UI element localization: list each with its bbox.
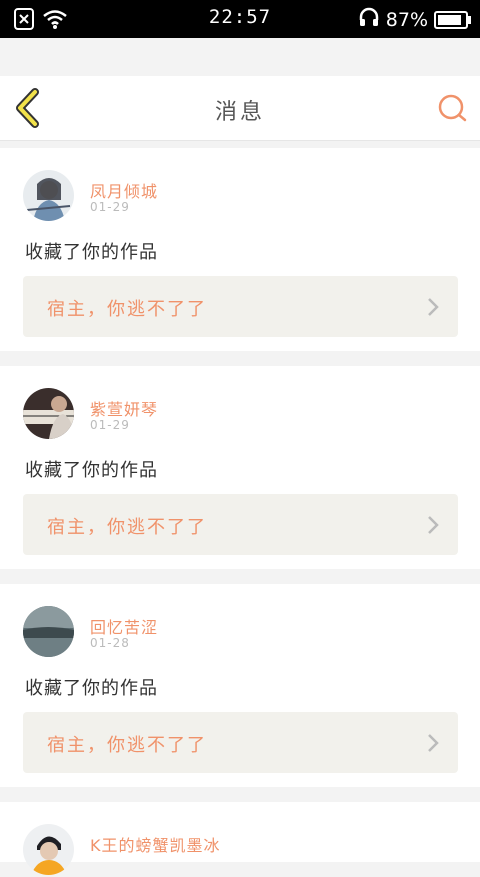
chevron-right-icon xyxy=(428,516,439,534)
message-card: 回忆苦涩 01-28 收藏了你的作品 宿主，你逃不了了 xyxy=(0,584,480,787)
avatar[interactable] xyxy=(23,824,74,875)
message-date: 01-28 xyxy=(90,636,130,650)
work-link[interactable]: 宿主，你逃不了了 xyxy=(23,494,458,555)
message-date: 01-29 xyxy=(90,200,130,214)
message-action: 收藏了你的作品 xyxy=(25,460,158,481)
message-list: 凤月倾城 01-29 收藏了你的作品 宿主，你逃不了了 紫萱妍琴 01-29 收… xyxy=(0,148,480,877)
battery-percent: 87% xyxy=(385,8,428,31)
message-date: 01-29 xyxy=(90,418,130,432)
chevron-right-icon xyxy=(428,734,439,752)
page-title: 消息 xyxy=(214,100,265,125)
work-title: 宿主，你逃不了了 xyxy=(47,299,207,320)
user-name[interactable]: 紫萱妍琴 xyxy=(90,396,158,420)
chevron-right-icon xyxy=(428,298,439,316)
work-title: 宿主，你逃不了了 xyxy=(47,517,207,538)
avatar[interactable] xyxy=(23,388,74,439)
top-gap xyxy=(0,38,480,76)
avatar[interactable] xyxy=(23,170,74,221)
message-card: K王的螃蟹凯墨冰 xyxy=(0,802,480,875)
work-title: 宿主，你逃不了了 xyxy=(47,735,207,756)
search-button[interactable] xyxy=(436,92,468,124)
headphones-icon xyxy=(358,6,380,33)
message-card: 凤月倾城 01-29 收藏了你的作品 宿主，你逃不了了 xyxy=(0,148,480,351)
message-card: 紫萱妍琴 01-29 收藏了你的作品 宿主，你逃不了了 xyxy=(0,366,480,569)
header: 消息 xyxy=(0,76,480,141)
battery-icon xyxy=(434,10,471,29)
status-right: 87% xyxy=(358,6,471,33)
battery-fill xyxy=(438,14,461,25)
work-link[interactable]: 宿主，你逃不了了 xyxy=(23,712,458,773)
message-action: 收藏了你的作品 xyxy=(25,242,158,263)
search-icon xyxy=(438,94,467,122)
user-name[interactable]: 凤月倾城 xyxy=(90,178,158,202)
message-action: 收藏了你的作品 xyxy=(25,678,158,699)
work-link[interactable]: 宿主，你逃不了了 xyxy=(23,276,458,337)
user-name[interactable]: 回忆苦涩 xyxy=(90,614,158,638)
avatar[interactable] xyxy=(23,606,74,657)
status-bar: 22:57 87% xyxy=(0,0,480,38)
user-name[interactable]: K王的螃蟹凯墨冰 xyxy=(90,832,221,856)
